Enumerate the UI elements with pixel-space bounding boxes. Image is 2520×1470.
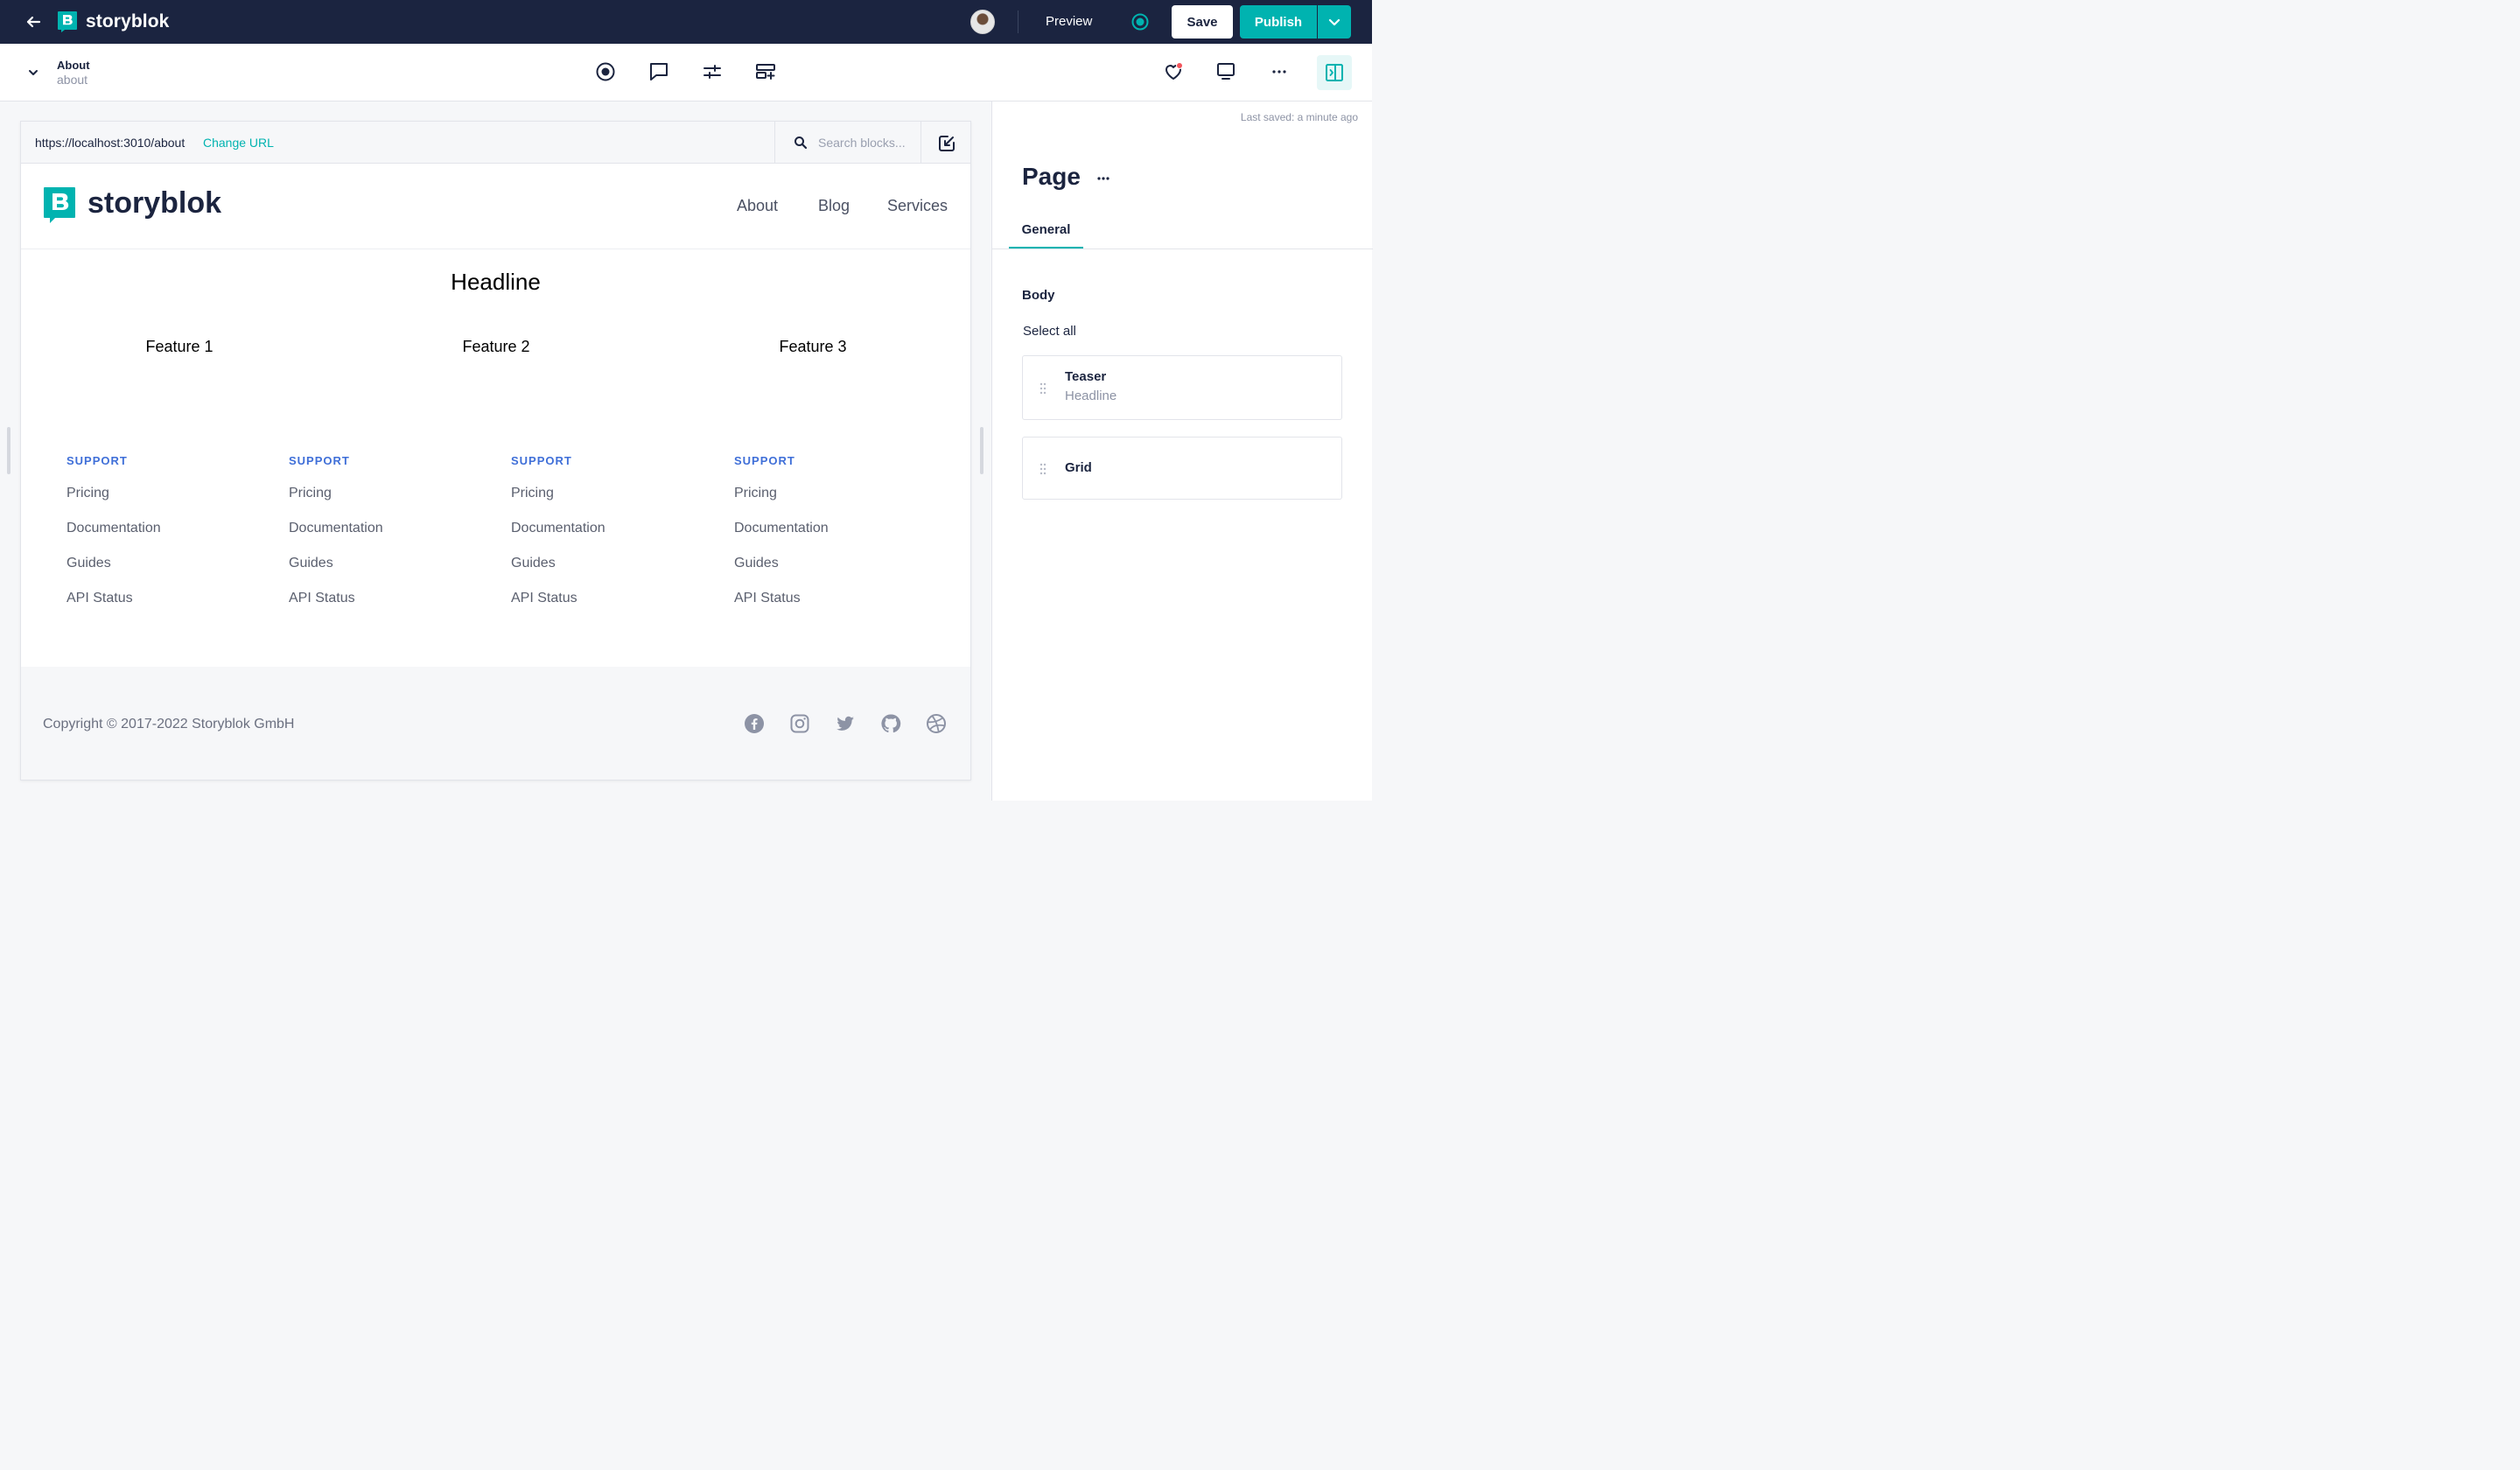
teaser-headline[interactable]: Headline [21, 269, 970, 296]
search-blocks-input[interactable] [818, 133, 914, 152]
footer-column: SUPPORT Pricing Documentation Guides API… [511, 454, 704, 606]
chevron-down-icon [1328, 18, 1340, 26]
story-slug: about [57, 73, 88, 87]
footer-link-guides[interactable]: Guides [734, 556, 927, 571]
site-brand-name: storyblok [88, 186, 222, 220]
nav-link-services[interactable]: Services [887, 197, 948, 215]
content-panel: Last saved: a minute ago Page General Bo… [991, 102, 1373, 801]
footer-column: SUPPORT Pricing Documentation Guides API… [734, 454, 927, 606]
block-name: Teaser [1065, 369, 1107, 384]
block-name: Grid [1065, 460, 1092, 475]
footer-link-pricing[interactable]: Pricing [511, 486, 704, 501]
settings-sliders-icon[interactable] [701, 60, 724, 83]
add-block-icon[interactable] [754, 60, 777, 83]
copyright-strip: Copyright © 2017-2022 Storyblok GmbH [21, 667, 970, 780]
top-bar: storyblok Preview Save Publish [0, 0, 1372, 44]
right-resize-handle[interactable] [980, 427, 984, 474]
last-saved-status: Last saved: a minute ago [1240, 111, 1358, 123]
footer-link-api-status[interactable]: API Status [66, 591, 259, 606]
search-icon [794, 136, 808, 150]
footer-link-guides[interactable]: Guides [289, 556, 481, 571]
more-options-icon[interactable] [1095, 170, 1112, 187]
site-header: storyblok About Blog Services [21, 164, 970, 249]
left-resize-handle[interactable] [7, 427, 10, 474]
body-field-label: Body [1022, 288, 1055, 303]
footer-link-documentation[interactable]: Documentation [289, 521, 481, 536]
site-logo[interactable]: storyblok [43, 186, 221, 225]
footer-column: SUPPORT Pricing Documentation Guides API… [66, 454, 259, 606]
footer-link-pricing[interactable]: Pricing [289, 486, 481, 501]
save-button[interactable]: Save [1172, 5, 1233, 38]
footer-link-guides[interactable]: Guides [511, 556, 704, 571]
block-card-teaser[interactable]: Teaser Headline [1022, 355, 1342, 420]
footer-link-documentation[interactable]: Documentation [511, 521, 704, 536]
preview-frame: https://localhost:3010/about Change URL … [20, 121, 971, 780]
select-all-link[interactable]: Select all [1023, 324, 1076, 339]
block-subtitle: Headline [1065, 388, 1117, 403]
live-status-icon[interactable] [1130, 12, 1150, 32]
feature-item[interactable]: Feature 1 [92, 338, 267, 356]
open-in-new-button[interactable] [920, 122, 970, 164]
drag-handle-icon[interactable] [1040, 382, 1046, 395]
footer-link-documentation[interactable]: Documentation [66, 521, 259, 536]
storyblok-mark-icon [44, 187, 75, 223]
footer-link-pricing[interactable]: Pricing [734, 486, 927, 501]
preview-url-bar: https://localhost:3010/about Change URL [21, 122, 970, 164]
footer-column-heading: SUPPORT [289, 454, 350, 467]
editor-toolbar: About about [0, 44, 1372, 102]
copyright-text: Copyright © 2017-2022 Storyblok GmbH [43, 717, 295, 732]
chevron-down-icon[interactable] [26, 66, 40, 80]
publish-options-button[interactable] [1318, 5, 1351, 38]
instagram-icon[interactable] [789, 713, 810, 734]
tab-general[interactable]: General [1009, 215, 1083, 249]
footer-column-heading: SUPPORT [66, 454, 128, 467]
footer-column-heading: SUPPORT [734, 454, 795, 467]
feature-item[interactable]: Feature 3 [725, 338, 900, 356]
facebook-icon[interactable] [744, 713, 765, 734]
panel-title: Page [1022, 163, 1081, 190]
footer-link-guides[interactable]: Guides [66, 556, 259, 571]
footer-link-api-status[interactable]: API Status [289, 591, 481, 606]
story-title: About [57, 59, 90, 72]
feature-item[interactable]: Feature 2 [409, 338, 584, 356]
user-avatar[interactable] [970, 10, 995, 34]
footer-column: SUPPORT Pricing Documentation Guides API… [289, 454, 481, 606]
footer-link-documentation[interactable]: Documentation [734, 521, 927, 536]
arrow-in-box-icon [939, 136, 955, 151]
publish-button[interactable]: Publish [1240, 5, 1317, 38]
footer-link-api-status[interactable]: API Status [734, 591, 927, 606]
tabs-divider [992, 248, 1373, 249]
storyblok-mark-icon [58, 11, 77, 32]
block-card-grid[interactable]: Grid [1022, 437, 1342, 500]
record-icon[interactable] [594, 60, 617, 83]
footer-column-heading: SUPPORT [511, 454, 572, 467]
twitter-icon[interactable] [835, 713, 856, 734]
favorite-heart-icon[interactable] [1162, 60, 1185, 83]
drag-handle-icon[interactable] [1040, 463, 1046, 475]
toggle-panel-button[interactable] [1317, 55, 1352, 90]
preview-url: https://localhost:3010/about [35, 136, 186, 150]
preview-button[interactable]: Preview [1046, 14, 1092, 29]
back-arrow-icon[interactable] [23, 11, 44, 32]
nav-link-about[interactable]: About [737, 197, 778, 215]
comment-icon[interactable] [648, 60, 670, 83]
sidebar-panel-icon [1326, 64, 1343, 81]
brand-name: storyblok [86, 11, 170, 32]
more-options-icon[interactable] [1268, 60, 1291, 83]
desktop-view-icon[interactable] [1214, 60, 1237, 83]
dribbble-icon[interactable] [926, 713, 947, 734]
footer-link-api-status[interactable]: API Status [511, 591, 704, 606]
storyblok-logo[interactable]: storyblok [57, 10, 169, 33]
nav-link-blog[interactable]: Blog [818, 197, 850, 215]
search-blocks [774, 122, 920, 164]
change-url-link[interactable]: Change URL [203, 136, 274, 150]
footer-link-pricing[interactable]: Pricing [66, 486, 259, 501]
github-icon[interactable] [880, 713, 901, 734]
